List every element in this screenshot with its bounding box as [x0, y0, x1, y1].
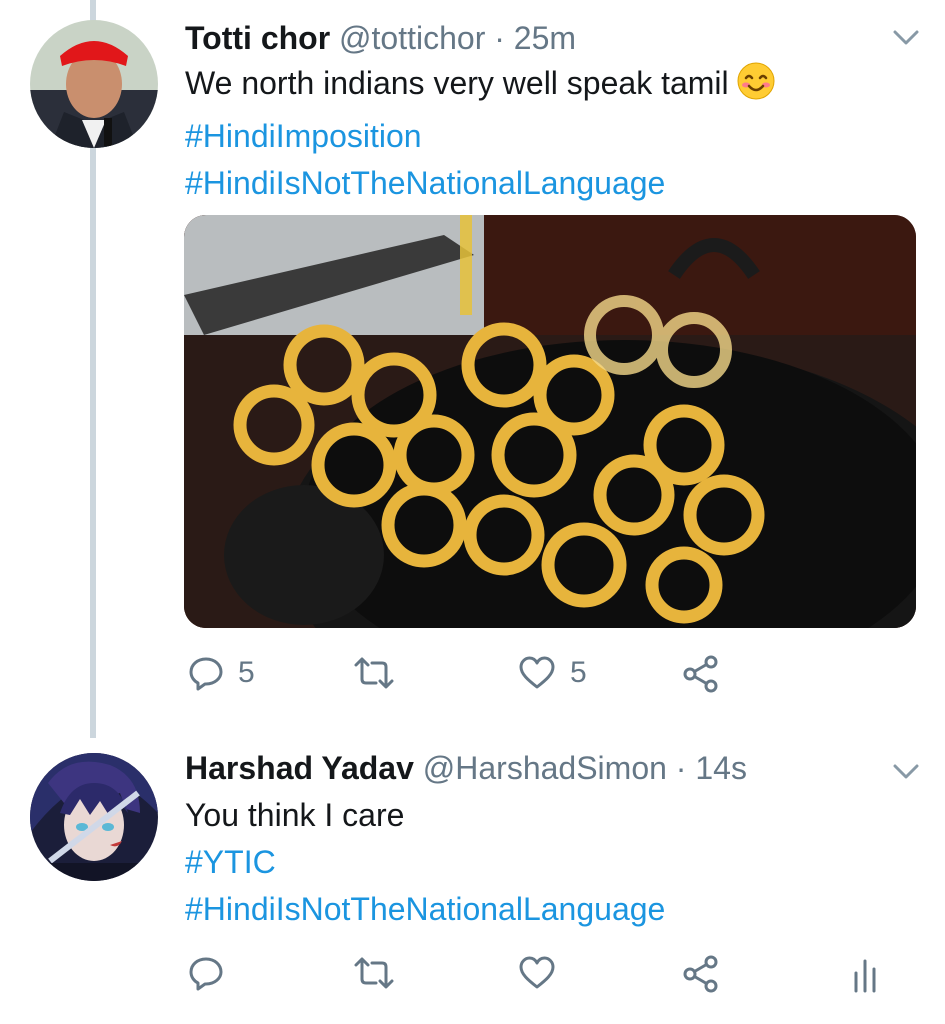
heart-icon	[518, 955, 556, 991]
chevron-down-icon[interactable]	[893, 764, 919, 785]
handle[interactable]: @HarshadSimon	[423, 750, 667, 786]
tweet-actions	[0, 955, 945, 1005]
tweet-header: Harshad Yadav @HarshadSimon · 14s	[185, 748, 747, 788]
separator: ·	[675, 750, 687, 786]
hashtag-link[interactable]: #YTIC	[185, 839, 665, 886]
avatar-harshadsimon[interactable]	[30, 753, 158, 881]
retweet-button[interactable]	[352, 955, 396, 991]
retweet-button[interactable]	[352, 655, 410, 691]
hashtag-link[interactable]: #HindiIsNotTheNationalLanguage	[185, 160, 775, 207]
separator: ·	[494, 20, 505, 56]
tweet-text: We north indians very well speak tamil #…	[185, 60, 775, 207]
display-name[interactable]: Harshad Yadav	[185, 750, 414, 786]
tweet-2[interactable]: Harshad Yadav @HarshadSimon · 14s You th…	[0, 738, 945, 1024]
reply-button[interactable]	[188, 955, 224, 991]
handle[interactable]: @tottichor	[339, 20, 485, 56]
share-icon	[682, 655, 720, 693]
tweet-media-photo[interactable]	[184, 215, 916, 628]
tweet-body: You think I care	[185, 797, 405, 833]
share-button[interactable]	[682, 655, 720, 693]
chevron-down-icon[interactable]	[893, 30, 919, 51]
tweet-1[interactable]: Totti chor @tottichor · 25m We north ind…	[0, 0, 945, 738]
timestamp[interactable]: 14s	[695, 750, 747, 786]
heart-icon	[518, 655, 556, 691]
tweet-body: We north indians very well speak tamil	[185, 65, 729, 101]
like-button[interactable]	[518, 955, 556, 991]
retweet-icon	[352, 655, 396, 691]
reply-icon	[188, 655, 224, 691]
reply-icon	[188, 955, 224, 991]
reply-count: 5	[238, 656, 255, 689]
timestamp[interactable]: 25m	[514, 20, 576, 56]
tweet-text: You think I care #YTIC #HindiIsNotTheNat…	[185, 792, 665, 933]
display-name[interactable]: Totti chor	[185, 20, 330, 56]
reply-button[interactable]: 5	[188, 655, 255, 691]
smiling-face-icon	[737, 62, 775, 113]
share-button[interactable]	[682, 955, 720, 993]
analytics-button[interactable]	[850, 955, 880, 993]
avatar-tottichor[interactable]	[30, 20, 158, 148]
tweet-header: Totti chor @tottichor · 25m	[185, 18, 576, 58]
retweet-icon	[352, 955, 396, 991]
hashtag-link[interactable]: #HindiIsNotTheNationalLanguage	[185, 886, 665, 933]
hashtag-link[interactable]: #HindiImposition	[185, 113, 775, 160]
analytics-icon	[850, 955, 880, 993]
like-count: 5	[570, 656, 587, 689]
tweet-actions: 5 5	[0, 655, 945, 705]
share-icon	[682, 955, 720, 993]
like-button[interactable]: 5	[518, 655, 587, 691]
